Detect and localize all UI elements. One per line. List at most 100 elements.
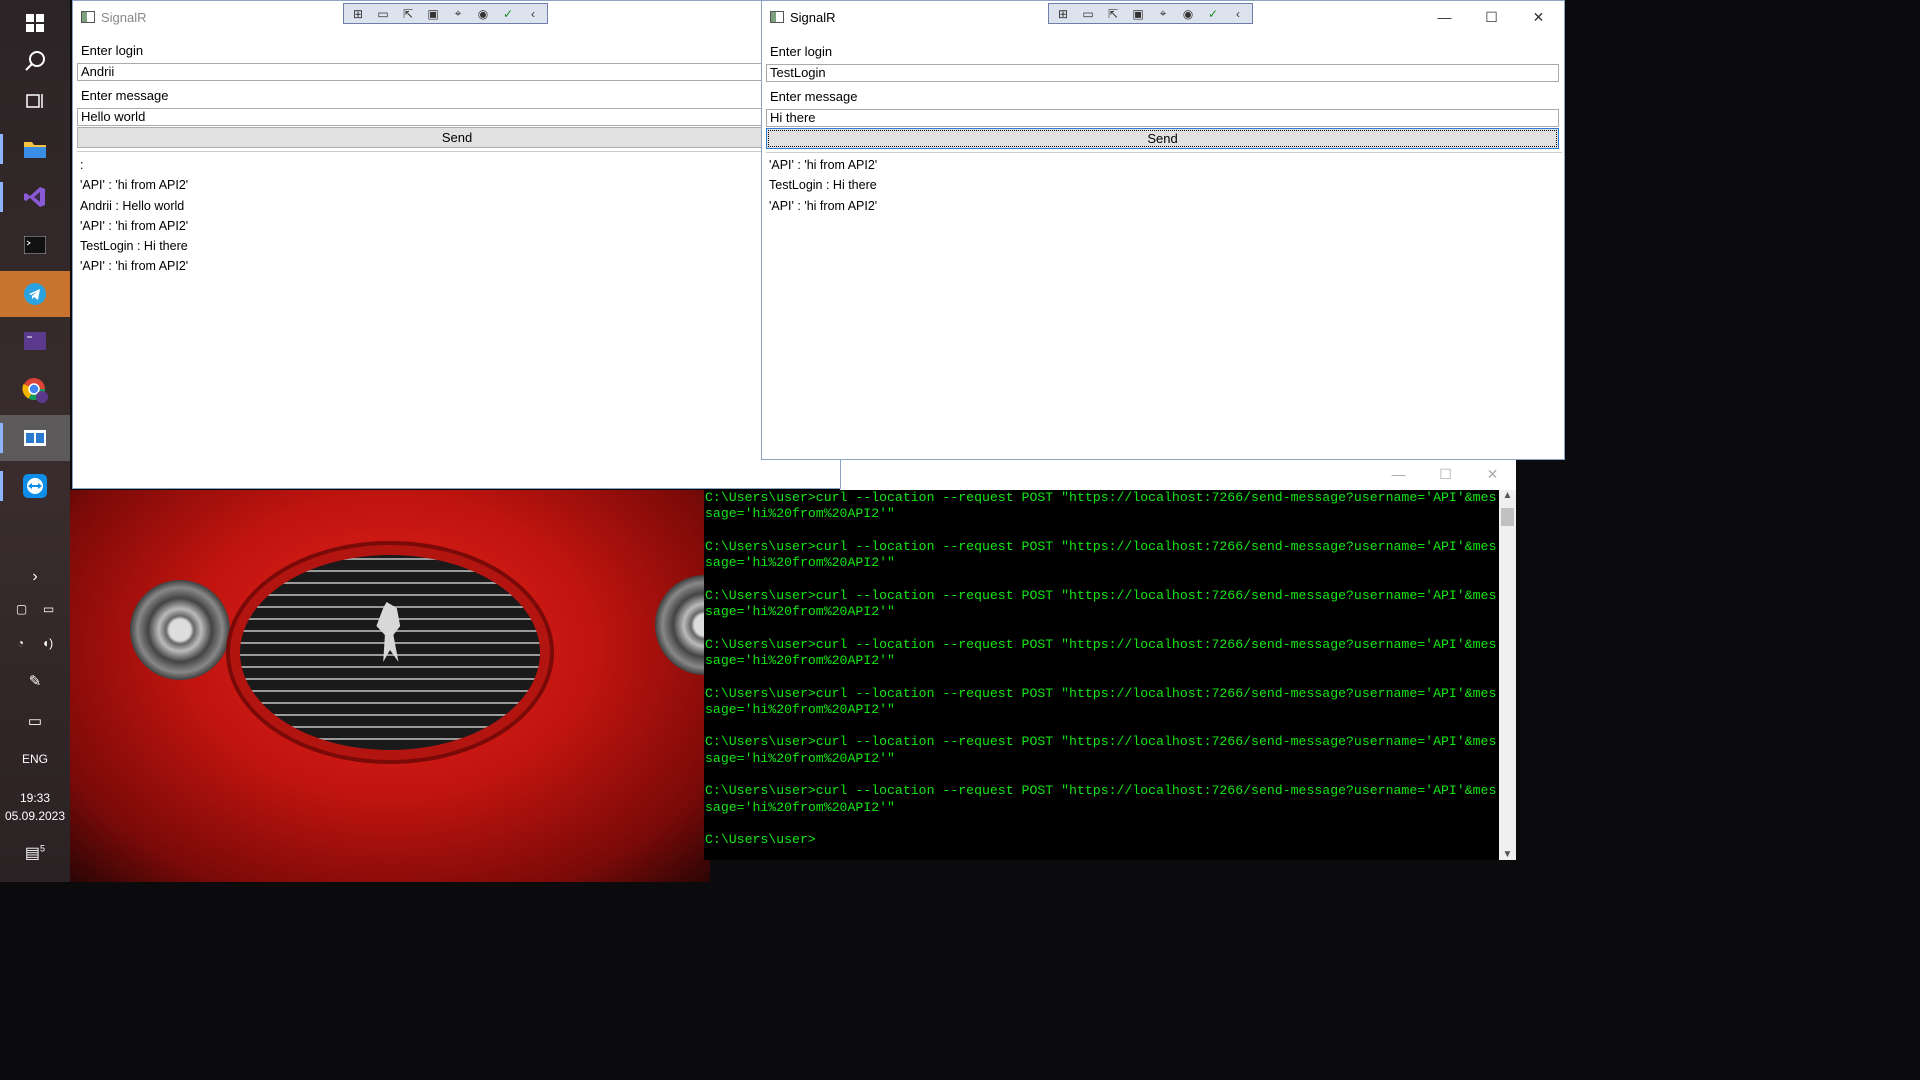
signalr-app-button[interactable] bbox=[0, 415, 70, 461]
notification-count: 5 bbox=[40, 843, 46, 854]
terminal-icon bbox=[24, 236, 46, 254]
minimize-button[interactable]: — bbox=[1421, 1, 1468, 33]
car-grille bbox=[230, 545, 550, 760]
select-element-icon[interactable]: ⇱ bbox=[1105, 7, 1121, 21]
check-icon[interactable]: ✓ bbox=[1205, 7, 1221, 21]
maximize-icon: ☐ bbox=[1439, 465, 1452, 482]
task-view-button[interactable] bbox=[0, 78, 70, 124]
message-item: TestLogin : Hi there bbox=[769, 178, 877, 193]
teamviewer-button[interactable] bbox=[0, 463, 70, 509]
visual-studio-button[interactable] bbox=[0, 174, 70, 220]
window-title: SignalR bbox=[101, 9, 147, 25]
headlight-left bbox=[130, 580, 230, 680]
send-button[interactable]: Send bbox=[766, 128, 1559, 149]
message-item: Andrii : Hello world bbox=[80, 198, 185, 213]
teamviewer-icon bbox=[23, 474, 47, 498]
device-icon[interactable]: ▢ bbox=[16, 602, 27, 616]
login-label: Enter login bbox=[81, 43, 144, 58]
track-focus-icon[interactable]: ⌖ bbox=[450, 6, 466, 21]
console-titlebar: — ☐ ✕ bbox=[840, 458, 1516, 490]
signalr-window-left: SignalR — ⊞ ▭ ⇱ ▣ ⌖ ◉ ✓ ‹ Enter login An… bbox=[72, 0, 841, 489]
close-icon: ✕ bbox=[1532, 8, 1545, 25]
collapse-chevron-icon[interactable]: ‹ bbox=[1230, 7, 1246, 21]
check-icon[interactable]: ✓ bbox=[500, 7, 516, 21]
console-close-button[interactable]: ✕ bbox=[1469, 458, 1516, 490]
dev-prompt-button[interactable] bbox=[0, 318, 70, 364]
running-indicator bbox=[0, 471, 3, 501]
wifi-icon[interactable]: ◔ bbox=[17, 636, 24, 650]
record-icon[interactable]: ▭ bbox=[375, 7, 391, 21]
console-window: — ☐ ✕ C:\Users\user>curl --location --re… bbox=[704, 458, 1516, 860]
messages-list: : 'API' : 'hi from API2' Andrii : Hello wo… bbox=[77, 151, 841, 277]
binding-failures-icon[interactable]: ◉ bbox=[1180, 7, 1196, 21]
message-input[interactable]: Hi there bbox=[766, 109, 1559, 127]
folder-icon bbox=[24, 142, 46, 158]
battery-icon[interactable]: ▭ bbox=[43, 602, 54, 616]
close-button[interactable]: ✕ bbox=[1515, 1, 1562, 33]
message-item: 'API' : 'hi from API2' bbox=[80, 178, 189, 193]
collapse-chevron-icon[interactable]: ‹ bbox=[525, 7, 541, 21]
dev-console-icon bbox=[24, 332, 46, 350]
telegram-icon bbox=[24, 283, 46, 305]
clock-time[interactable]: 19:33 bbox=[0, 791, 70, 805]
clock-date[interactable]: 05.09.2023 bbox=[0, 809, 70, 823]
scroll-up-icon[interactable]: ▲ bbox=[1499, 490, 1516, 501]
record-icon[interactable]: ▭ bbox=[1080, 7, 1096, 21]
display-layout-adorners-icon[interactable]: ▣ bbox=[1130, 7, 1146, 21]
login-input[interactable]: Andrii bbox=[77, 63, 767, 81]
login-input[interactable]: TestLogin bbox=[766, 64, 1559, 82]
windows-logo-icon bbox=[26, 14, 44, 32]
console-maximize-button[interactable]: ☐ bbox=[1422, 458, 1469, 490]
console-minimize-button[interactable]: — bbox=[1375, 458, 1422, 490]
file-explorer-button[interactable] bbox=[0, 126, 70, 172]
display-layout-adorners-icon[interactable]: ▣ bbox=[425, 7, 441, 21]
notification-icon: ▤ bbox=[24, 845, 41, 862]
caption-buttons: — ☐ ✕ bbox=[1421, 1, 1562, 33]
login-label: Enter login bbox=[770, 44, 833, 59]
search-icon bbox=[25, 51, 45, 71]
taskbar: › ▢ ▭ ◔ ◖) ✎ ▭ ENG 19:33 05.09.2023 ▤5 bbox=[0, 0, 70, 882]
pen-icon[interactable]: ✎ bbox=[0, 672, 70, 690]
keyboard-icon[interactable]: ▭ bbox=[0, 712, 70, 730]
message-item: TestLogin : Hi there bbox=[80, 239, 188, 254]
running-indicator bbox=[0, 182, 3, 212]
task-view-icon bbox=[26, 94, 43, 108]
console-scrollbar[interactable]: ▲ ▼ bbox=[1499, 490, 1516, 860]
track-focus-icon[interactable]: ⌖ bbox=[1155, 6, 1171, 21]
close-icon: ✕ bbox=[1486, 465, 1499, 482]
message-input[interactable]: Hello world bbox=[77, 108, 767, 126]
select-element-icon[interactable]: ⇱ bbox=[400, 7, 416, 21]
desktop-wallpaper bbox=[70, 490, 755, 882]
message-label: Enter message bbox=[770, 89, 858, 104]
binding-failures-icon[interactable]: ◉ bbox=[475, 7, 491, 21]
live-tree-icon[interactable]: ⊞ bbox=[1055, 7, 1071, 21]
maximize-icon: ☐ bbox=[1485, 8, 1498, 25]
window-app-icon bbox=[24, 430, 46, 446]
console-output[interactable]: C:\Users\user>curl --location --request … bbox=[705, 490, 1499, 849]
chrome-icon bbox=[22, 378, 48, 403]
running-indicator bbox=[0, 134, 3, 164]
language-indicator[interactable]: ENG bbox=[0, 752, 70, 766]
notification-center-button[interactable]: ▤5 bbox=[0, 843, 70, 863]
scrollbar-thumb[interactable] bbox=[1501, 508, 1514, 526]
xaml-debug-toolbar: ⊞ ▭ ⇱ ▣ ⌖ ◉ ✓ ‹ bbox=[1048, 3, 1253, 24]
desktop: › ▢ ▭ ◔ ◖) ✎ ▭ ENG 19:33 05.09.2023 ▤5 — ☐… bbox=[0, 0, 1568, 882]
signalr-window-right: SignalR — ☐ ✕ ⊞ ▭ ⇱ ▣ ⌖ ◉ ✓ ‹ Enter logi… bbox=[761, 0, 1565, 460]
maximize-button[interactable]: ☐ bbox=[1468, 1, 1515, 33]
message-label: Enter message bbox=[81, 88, 169, 103]
terminal-button[interactable] bbox=[0, 222, 70, 268]
send-button[interactable]: Send bbox=[77, 127, 837, 148]
show-more-chevron-icon[interactable]: › bbox=[0, 568, 70, 586]
message-item: 'API' : 'hi from API2' bbox=[769, 198, 878, 213]
volume-icon[interactable]: ◖) bbox=[42, 636, 53, 650]
window-title: SignalR bbox=[790, 9, 836, 25]
messages-list: 'API' : 'hi from API2' TestLogin : Hi the… bbox=[766, 152, 1562, 216]
chrome-net-button[interactable] bbox=[0, 367, 70, 413]
app-icon bbox=[81, 11, 95, 23]
telegram-button[interactable] bbox=[0, 271, 70, 317]
xaml-debug-toolbar: ⊞ ▭ ⇱ ▣ ⌖ ◉ ✓ ‹ bbox=[343, 3, 548, 24]
message-item: 'API' : 'hi from API2' bbox=[769, 158, 878, 172]
minimize-icon: — bbox=[1437, 9, 1452, 25]
live-tree-icon[interactable]: ⊞ bbox=[350, 7, 366, 21]
scroll-down-icon[interactable]: ▼ bbox=[1499, 849, 1516, 860]
